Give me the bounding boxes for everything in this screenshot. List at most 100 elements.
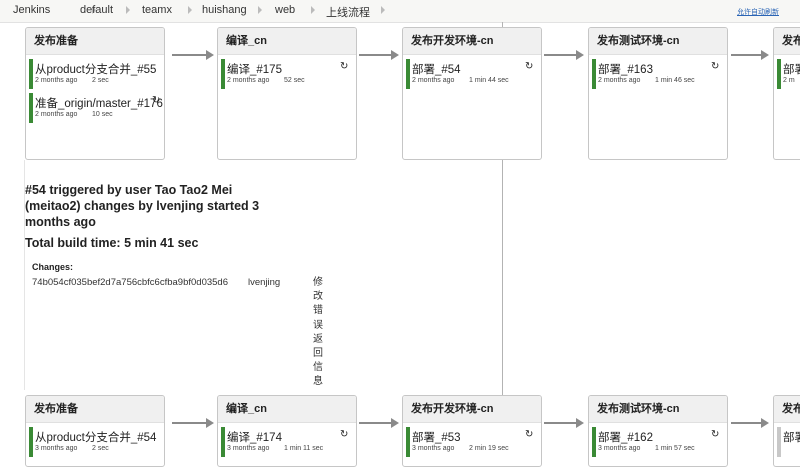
stage-title: 发布准备 (26, 28, 164, 55)
stage-card-deploy-test[interactable]: 发布测试环境-cn 部署_#162 ↻ 3 months ago 1 min 5… (588, 395, 728, 467)
breadcrumb-web[interactable]: web (275, 4, 295, 16)
status-bar (777, 427, 781, 457)
stage-card-deploy-test[interactable]: 发布测试环境-cn 部署_#163 ↻ 2 months ago 1 min 4… (588, 27, 728, 160)
flow-arrow (731, 50, 769, 60)
build-duration: 10 sec (92, 111, 113, 118)
build-ago: 2 months ago (598, 77, 641, 84)
breadcrumb-pipeline[interactable]: 上线流程 (326, 4, 370, 20)
flow-arrow (359, 418, 399, 428)
build-name[interactable]: 部署_#162 (598, 429, 653, 445)
status-bar (29, 59, 33, 89)
status-bar (777, 59, 781, 89)
total-build-time: Total build time: 5 min 41 sec (25, 236, 199, 250)
refresh-icon[interactable]: ↻ (340, 62, 348, 72)
stage-card-release-prep[interactable]: 发布准备 从product分支合并_#55 2 months ago 2 sec… (25, 27, 165, 160)
stage-card-release[interactable]: 发布 部署 2 m (773, 27, 800, 160)
build-item[interactable]: 部署_#53 ↻ 3 months ago 2 min 19 sec (403, 427, 541, 457)
build-item[interactable]: 部署_#163 ↻ 2 months ago 1 min 46 sec (589, 59, 727, 89)
stage-card-release-prep[interactable]: 发布准备 从product分支合并_#54 3 months ago 2 sec (25, 395, 165, 467)
flow-arrow (544, 50, 584, 60)
build-item[interactable]: 编译_#174 ↻ 3 months ago 1 min 11 sec (218, 427, 356, 457)
build-ago: 3 months ago (227, 445, 270, 452)
stage-card-compile[interactable]: 编译_cn 编译_#174 ↻ 3 months ago 1 min 11 se… (217, 395, 357, 467)
chevron-right-icon (311, 6, 315, 14)
build-item[interactable]: 部署 (774, 427, 800, 457)
status-bar (221, 59, 225, 89)
commit-hash-link[interactable]: 74b054cf035bef2d7a756cbfc6cfba9bf0d035d6 (32, 277, 228, 288)
status-bar (221, 427, 225, 457)
build-ago: 2 months ago (412, 77, 455, 84)
stage-card-deploy-dev[interactable]: 发布开发环境-cn 部署_#54 ↻ 2 months ago 1 min 44… (402, 27, 542, 160)
stage-title: 发布 (774, 396, 800, 423)
build-item[interactable]: 从product分支合并_#54 3 months ago 2 sec (26, 427, 164, 457)
commit-author: lvenjing (248, 277, 281, 288)
build-item[interactable]: 从product分支合并_#55 2 months ago 2 sec (26, 59, 164, 89)
build-ago: 3 months ago (598, 445, 641, 452)
stage-card-deploy-dev[interactable]: 发布开发环境-cn 部署_#53 ↻ 3 months ago 2 min 19… (402, 395, 542, 467)
stage-title: 发布开发环境-cn (403, 396, 541, 423)
status-bar (29, 93, 33, 123)
status-bar (406, 427, 410, 457)
build-item[interactable]: 编译_#175 ↻ 2 months ago 52 sec (218, 59, 356, 89)
build-item[interactable]: 部署 2 m (774, 59, 800, 89)
build-ago: 3 months ago (35, 445, 78, 452)
breadcrumb: Jenkins default teamx huishang web 上线流程 … (0, 0, 800, 23)
build-name[interactable]: 部署_#53 (412, 429, 461, 445)
flow-arrow (359, 50, 399, 60)
build-name[interactable]: 从product分支合并_#54 (35, 429, 156, 445)
status-bar (29, 427, 33, 457)
stage-title: 发布 (774, 28, 800, 55)
stage-title: 发布测试环境-cn (589, 28, 727, 55)
refresh-icon[interactable]: ↻ (525, 62, 533, 72)
build-name[interactable]: 准备_origin/master_#176 (35, 95, 163, 111)
build-name[interactable]: 部署_#163 (598, 61, 653, 77)
chevron-right-icon (381, 6, 385, 14)
breadcrumb-default[interactable]: default (80, 4, 113, 16)
chevron-right-icon (258, 6, 262, 14)
refresh-icon[interactable]: ↻ (525, 430, 533, 440)
commit-message: 修改错误返回信息 (313, 277, 323, 388)
refresh-icon[interactable]: ↻ (340, 430, 348, 440)
refresh-icon[interactable]: ↻ (711, 62, 719, 72)
breadcrumb-huishang[interactable]: huishang (202, 4, 247, 16)
build-name[interactable]: 部署 (783, 61, 800, 77)
chevron-right-icon (126, 6, 130, 14)
build-name[interactable]: 部署 (783, 429, 800, 445)
status-bar (406, 59, 410, 89)
status-bar (592, 427, 596, 457)
stage-title: 发布准备 (26, 396, 164, 423)
build-trigger-headline: #54 triggered by user Tao Tao2 Mei (meit… (25, 183, 260, 229)
build-ago: 3 months ago (412, 445, 455, 452)
stage-card-compile[interactable]: 编译_cn 编译_#175 ↻ 2 months ago 52 sec (217, 27, 357, 160)
build-item[interactable]: 部署_#162 ↻ 3 months ago 1 min 57 sec (589, 427, 727, 457)
build-name[interactable]: 从product分支合并_#55 (35, 61, 156, 77)
stage-title: 发布开发环境-cn (403, 28, 541, 55)
chevron-right-icon (188, 6, 192, 14)
build-name[interactable]: 编译_#174 (227, 429, 282, 445)
status-bar (592, 59, 596, 89)
build-duration: 2 sec (92, 445, 109, 452)
build-duration: 1 min 46 sec (655, 77, 695, 84)
refresh-icon[interactable]: ↻ (152, 96, 160, 106)
flow-arrow (731, 418, 769, 428)
breadcrumb-jenkins[interactable]: Jenkins (13, 4, 50, 16)
build-item[interactable]: 部署_#54 ↻ 2 months ago 1 min 44 sec (403, 59, 541, 89)
build-ago: 2 months ago (35, 111, 78, 118)
changes-label: Changes: (32, 262, 74, 272)
flow-arrow (172, 50, 214, 60)
build-ago: 2 months ago (35, 77, 78, 84)
auto-refresh-link[interactable]: 允许自动刷新 (737, 7, 779, 17)
build-duration: 1 min 11 sec (284, 445, 324, 452)
build-duration: 1 min 57 sec (655, 445, 695, 452)
flow-arrow (172, 418, 214, 428)
flow-arrow (544, 418, 584, 428)
build-name[interactable]: 编译_#175 (227, 61, 282, 77)
breadcrumb-teamx[interactable]: teamx (142, 4, 172, 16)
build-duration: 2 min 19 sec (469, 445, 509, 452)
build-duration: 52 sec (284, 77, 305, 84)
build-name[interactable]: 部署_#54 (412, 61, 461, 77)
refresh-icon[interactable]: ↻ (711, 430, 719, 440)
stage-card-release[interactable]: 发布 部署 (773, 395, 800, 467)
build-duration: 1 min 44 sec (469, 77, 509, 84)
build-item[interactable]: 准备_origin/master_#176 ↻ 2 months ago 10 … (26, 93, 164, 123)
